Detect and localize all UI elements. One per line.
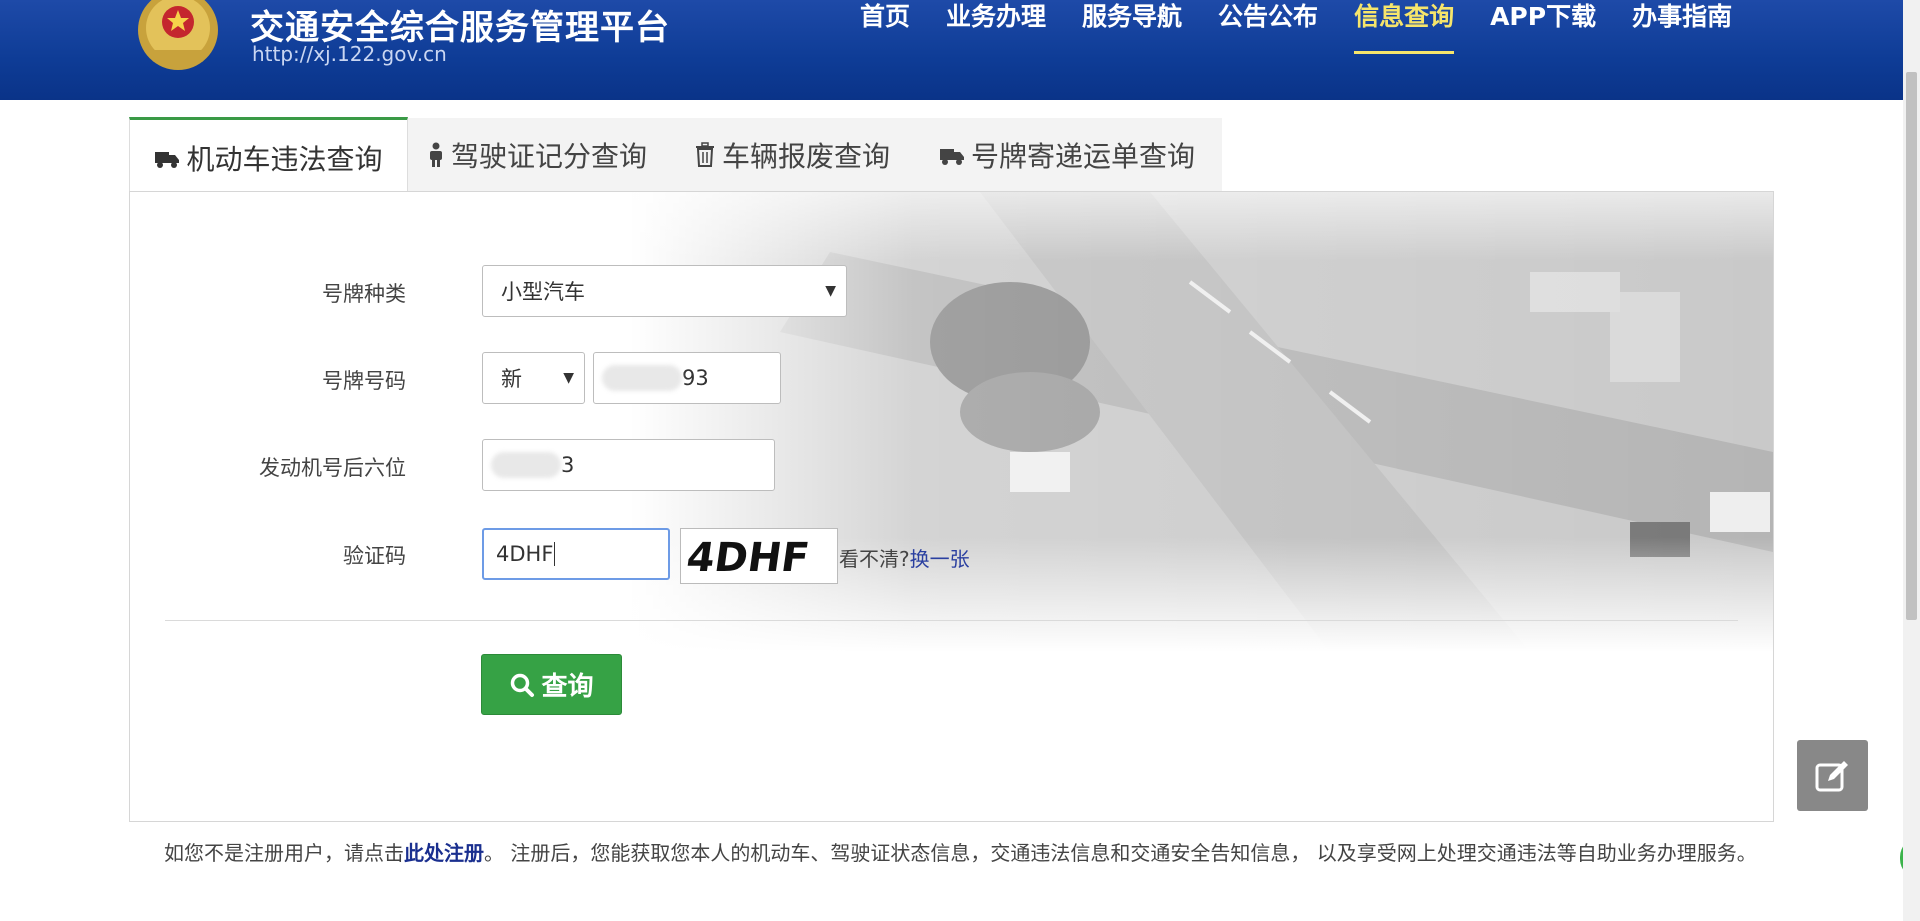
captcha-input[interactable]: 4DHF [482,528,670,580]
engine-number-input[interactable]: 3 [482,439,775,491]
plate-number-visible-suffix: 93 [682,366,709,390]
main-nav: 首页 业务办理 服务导航 公告公布 信息查询 APP下载 办事指南 [860,0,1768,60]
captcha-hint-text: 看不清? [839,547,910,571]
nav-item-info-query[interactable]: 信息查询 [1354,0,1455,54]
tab-vehicle-violation[interactable]: 机动车违法查询 [129,117,408,195]
form-divider [165,620,1738,621]
nav-item-home[interactable]: 首页 [860,0,910,54]
query-tabs: 机动车违法查询 驾驶证记分查询 车辆报废查询 号牌寄递运单查询 [129,117,1222,195]
site-header: 交通安全综合服务管理平台 http://xj.122.gov.cn 首页 业务办… [0,0,1903,100]
plate-number-label: 号牌号码 [322,369,406,393]
register-link[interactable]: 此处注册 [404,841,484,865]
redacted-text [602,365,682,391]
captcha-image-graphic: 4DHF [684,535,812,581]
feedback-button[interactable] [1797,740,1868,811]
tab-plate-delivery[interactable]: 号牌寄递运单查询 [939,118,1195,192]
tab-label: 驾驶证记分查询 [451,140,648,173]
notice-text-before: 如您不是注册用户，请点击 [164,841,404,865]
trash-icon [696,142,714,167]
person-icon [430,142,442,167]
captcha-input-value: 4DHF [496,542,554,566]
query-form-panel: 号牌种类 小型汽车 ▼ 号牌号码 新 ▼ 93 发动机号后六位 3 验证码 4D… [129,191,1774,822]
tab-vehicle-scrap[interactable]: 车辆报废查询 [694,118,890,192]
tab-label: 号牌寄递运单查询 [971,140,1196,173]
edit-icon [1815,760,1848,791]
caret-down-icon: ▼ [563,370,574,386]
plate-province-value: 新 [501,367,522,391]
tab-license-points[interactable]: 驾驶证记分查询 [427,118,647,192]
search-icon [511,673,535,697]
captcha-image[interactable]: 4DHF [680,528,838,584]
captcha-refresh-link[interactable]: 换一张 [910,547,970,571]
plate-number-input[interactable]: 93 [593,352,781,404]
captcha-label: 验证码 [343,544,406,568]
nav-item-app-download[interactable]: APP下载 [1490,0,1596,54]
tab-label: 车辆报废查询 [722,140,891,173]
tab-label: 机动车违法查询 [186,142,383,176]
police-emblem-logo [138,0,218,70]
truck-icon [940,149,964,165]
scrollbar-thumb[interactable] [1906,72,1917,620]
captcha-image-text: 4DHF [684,535,812,581]
query-button-label: 查询 [541,672,594,702]
page-scrollbar[interactable] [1903,0,1920,921]
plate-type-select[interactable]: 小型汽车 ▼ [482,265,847,317]
nav-item-announcements[interactable]: 公告公布 [1218,0,1318,54]
query-button[interactable]: 查询 [481,654,622,715]
registration-notice: 如您不是注册用户，请点击此处注册。 注册后，您能获取您本人的机动车、驾驶证状态信… [164,836,1774,871]
site-url[interactable]: http://xj.122.gov.cn [252,42,447,66]
plate-type-value: 小型汽车 [501,280,585,304]
nav-item-service-guide[interactable]: 服务导航 [1082,0,1182,54]
nav-item-business[interactable]: 业务办理 [946,0,1046,54]
nav-item-guide[interactable]: 办事指南 [1632,0,1732,54]
plate-province-select[interactable]: 新 ▼ [482,352,585,404]
text-cursor [554,542,556,566]
captcha-hint: 看不清?换一张 [839,543,970,572]
truck-icon [155,151,180,168]
engine-number-visible-suffix: 3 [561,453,575,477]
plate-type-label: 号牌种类 [322,282,406,306]
engine-number-label: 发动机号后六位 [259,456,406,480]
redacted-text [491,452,561,478]
notice-text-after: 。 注册后，您能获取您本人的机动车、驾驶证状态信息，交通违法信息和交通安全告知信… [484,841,1757,865]
caret-down-icon: ▼ [825,283,836,299]
